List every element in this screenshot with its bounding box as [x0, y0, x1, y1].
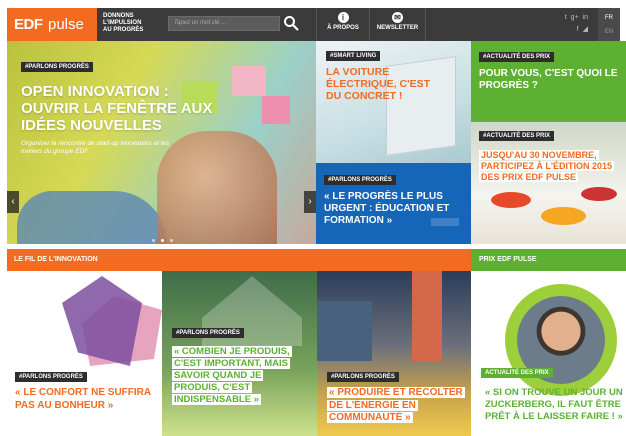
tile-tag[interactable]: #PARLONS PROGRÈS [327, 372, 399, 382]
rss-icon[interactable]: ◢ [583, 26, 588, 33]
tile-energie-communaute[interactable]: #PARLONS PROGRÈS « PRODUIRE ET RÉCOLTER … [317, 271, 471, 436]
carousel-dots [152, 229, 179, 244]
search-icon[interactable] [283, 15, 299, 31]
linkedin-icon[interactable]: in [583, 14, 588, 21]
top-bar: EDF pulse DONNONS L'IMPULSION AU PROGRÈS… [7, 8, 620, 41]
building-image [412, 271, 442, 361]
section-fil-innovation: LE FIL DE L'INNOVATION [7, 249, 471, 271]
tile-title[interactable]: « LE CONFORT NE SUFFIRA PAS AU BONHEUR » [15, 387, 155, 412]
carousel-dot[interactable] [152, 239, 155, 242]
tagline-line: AU PROGRÈS [103, 27, 144, 33]
event-table-image [541, 207, 586, 225]
hero-carousel[interactable]: #PARLONS PROGRÈS OPEN INNOVATION : OUVRI… [7, 41, 316, 244]
tagline-line: DONNONS [103, 13, 134, 19]
tile-tag[interactable]: #PARLONS PROGRÈS [324, 175, 396, 185]
tile-title-text[interactable]: « PRODUIRE ET RÉCOLTER DE L'ÉNERGIE EN C… [327, 387, 465, 423]
tile-smart-living[interactable]: #SMART LIVING LA VOITURE ÉLECTRIQUE, C'E… [316, 41, 471, 163]
google-plus-icon[interactable]: g+ [571, 14, 579, 21]
carousel-dot[interactable] [161, 239, 164, 242]
nav-a-propos[interactable]: i À PROPOS [318, 12, 368, 31]
tile-tag[interactable]: #PARLONS PROGRÈS [172, 328, 244, 338]
carousel-prev-button[interactable]: ‹ [7, 191, 19, 213]
tile-title[interactable]: LA VOITURE ÉLECTRIQUE, C'EST DU CONCRET … [326, 66, 446, 102]
edf-pulse-logo[interactable]: EDF pulse [7, 8, 97, 41]
section-prix-edf-pulse: PRIX EDF PULSE [471, 249, 626, 271]
tile-tag[interactable]: #PARLONS PROGRÈS [15, 372, 87, 382]
lang-fr[interactable]: FR [598, 11, 620, 25]
hero-description: Organiser la rencontre de start-up innov… [21, 140, 170, 155]
tile-title[interactable]: « PRODUIRE ET RÉCOLTER DE L'ÉNERGIE EN C… [327, 387, 467, 425]
tile-title[interactable]: « COMBIEN JE PRODUIS, C'EST IMPORTANT, M… [172, 346, 307, 406]
tile-title[interactable]: JUSQU'AU 30 NOVEMBRE, PARTICIPEZ À L'ÉDI… [479, 150, 624, 183]
info-icon: i [337, 12, 349, 23]
polygon-art-image [62, 276, 142, 366]
nav-label: À PROPOS [327, 25, 359, 31]
lang-en[interactable]: EN [598, 25, 620, 39]
tile-education[interactable]: #PARLONS PROGRÈS « LE PROGRÈS LE PLUS UR… [316, 163, 471, 244]
search-input[interactable]: Tapez un mot clé ... [168, 16, 280, 31]
nav-label: NEWSLETTER [376, 25, 419, 31]
tile-progres[interactable]: #ACTUALITÉ DES PRIX POUR VOUS, C'EST QUO… [471, 41, 626, 122]
social-links: t g+ in f ◢ [528, 12, 588, 36]
tile-prix-2015[interactable]: #ACTUALITÉ DES PRIX JUSQU'AU 30 NOVEMBRE… [471, 122, 626, 244]
tile-tag[interactable]: #SMART LIVING [326, 51, 381, 61]
sticky-note-image [232, 66, 266, 96]
tile-tag[interactable]: ACTUALITÉ DES PRIX [481, 368, 553, 378]
tile-title-text[interactable]: « COMBIEN JE PRODUIS, C'EST IMPORTANT, M… [172, 346, 292, 405]
logo-edf: EDF [14, 16, 43, 33]
language-switcher: FR EN [598, 8, 620, 41]
nav-newsletter[interactable]: ✉ NEWSLETTER [370, 12, 425, 31]
carousel-dot[interactable] [170, 239, 173, 242]
logo-pulse: pulse [48, 16, 84, 33]
mail-icon: ✉ [392, 12, 403, 23]
hero-photo-shirt [17, 191, 167, 244]
building-image [317, 301, 372, 361]
tagline-line: L'IMPULSION [103, 20, 142, 26]
facebook-icon[interactable]: f [577, 26, 579, 33]
nav-divider [316, 8, 317, 41]
tile-title[interactable]: « SI ON TROUVE UN JOUR UN ZUCKERBERG, IL… [485, 387, 625, 423]
hero-title[interactable]: OPEN INNOVATION : OUVRIR LA FENÊTRE AUX … [21, 83, 221, 134]
tile-title-text[interactable]: JUSQU'AU 30 NOVEMBRE, PARTICIPEZ À L'ÉDI… [479, 150, 614, 182]
tile-prix-zuckerberg[interactable]: ACTUALITÉ DES PRIX « SI ON TROUVE UN JOU… [471, 271, 626, 436]
tile-confort[interactable]: #PARLONS PROGRÈS « LE CONFORT NE SUFFIRA… [7, 271, 162, 436]
tile-tag[interactable]: #ACTUALITÉ DES PRIX [479, 131, 555, 141]
event-table-image [491, 192, 531, 208]
sticky-note-image [262, 96, 290, 124]
tagline: DONNONS L'IMPULSION AU PROGRÈS [103, 13, 163, 34]
tile-production[interactable]: #PARLONS PROGRÈS « COMBIEN JE PRODUIS, C… [162, 271, 317, 436]
hero-tag[interactable]: #PARLONS PROGRÈS [21, 62, 93, 72]
event-table-image [581, 187, 617, 201]
nav-divider [425, 8, 426, 41]
tile-tag[interactable]: #ACTUALITÉ DES PRIX [479, 52, 555, 62]
carousel-next-button[interactable]: › [304, 191, 316, 213]
twitter-icon[interactable]: t [565, 14, 567, 21]
tile-title[interactable]: POUR VOUS, C'EST QUOI LE PROGRÈS ? [479, 68, 619, 92]
tile-title[interactable]: « LE PROGRÈS LE PLUS URGENT : ÉDUCATION … [324, 191, 464, 227]
